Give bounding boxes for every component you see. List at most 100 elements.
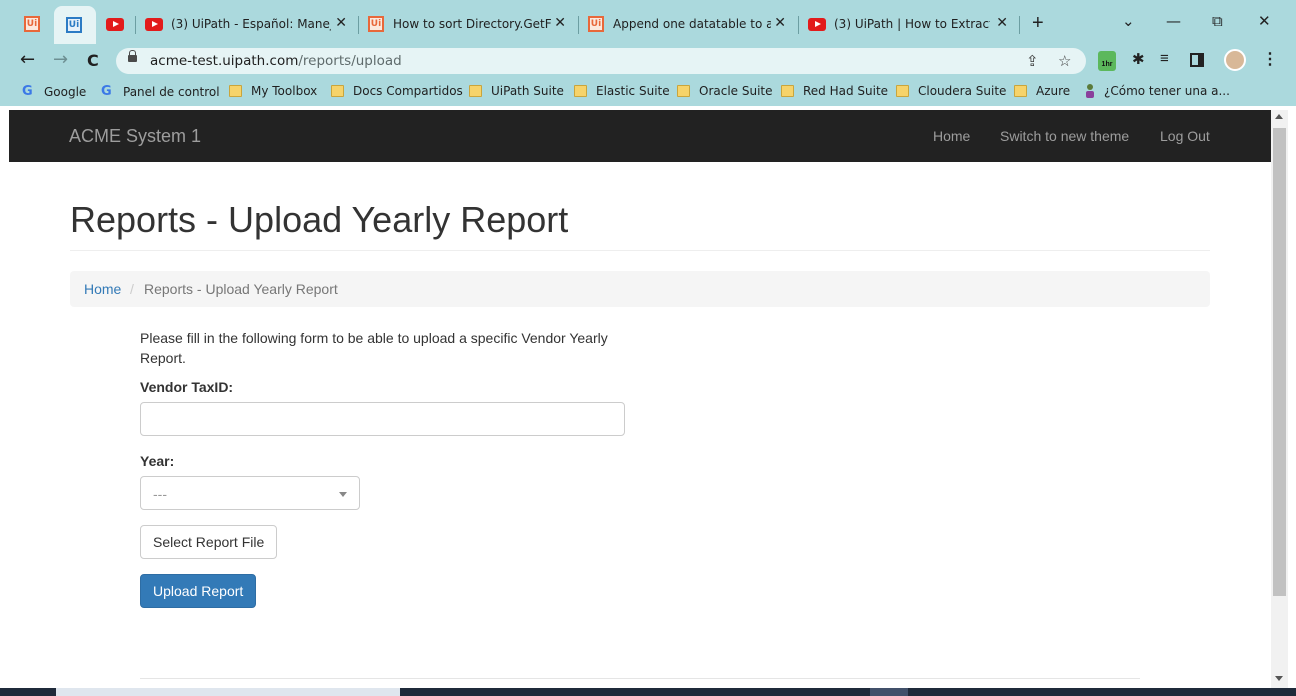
bookmark-label: Red Had Suite [803,84,889,98]
tab-uipath-active[interactable]: Ui [54,6,96,44]
bookmark-red-had-suite[interactable]: Red Had Suite [781,84,888,98]
nav-home-link[interactable]: Home [933,128,970,144]
profile-avatar[interactable] [1224,49,1246,71]
bookmark-oracle-suite[interactable]: Oracle Suite [677,84,773,98]
form-intro-text: Please fill in the following form to be … [140,330,608,366]
bookmark-my-toolbox[interactable]: My Toolbox [229,84,317,98]
timer-extension-icon[interactable]: 1hr [1098,51,1116,71]
tab-title: How to sort Directory.GetFiles [393,17,551,31]
tab-search-icon[interactable]: ⌄ [1122,12,1135,30]
extensions-puzzle-icon[interactable]: ✱ [1132,50,1145,68]
reading-list-icon[interactable]: ≡ [1160,50,1169,67]
bookmark-label: Google [44,84,87,99]
close-window-button[interactable]: ✕ [1258,12,1271,30]
bookmark-label: ¿Cómo tener una a... [1104,84,1230,98]
close-tab-icon[interactable]: ✕ [335,15,347,31]
lock-icon[interactable] [128,50,137,62]
tab-uipath-espanol[interactable]: (3) UiPath - Español: Manejo c ✕ [145,9,353,39]
page-scrollbar[interactable] [1271,110,1288,688]
bookmark-label: UiPath Suite [491,84,564,98]
breadcrumb-home-link[interactable]: Home [84,281,121,297]
page-viewport: ACME System 1 Home Switch to new theme L… [9,110,1271,696]
chevron-down-icon [339,492,347,497]
bookmark-google[interactable]: G Google [22,84,86,99]
share-icon[interactable]: ⇪ [1026,52,1039,70]
app-navbar: ACME System 1 Home Switch to new theme L… [9,110,1271,162]
tab-title: Append one datatable to ano [613,17,771,31]
bookmark-uipath-suite[interactable]: UiPath Suite [469,84,564,98]
uipath-icon: Ui [588,16,604,32]
bookmark-label: Docs Compartidos [353,84,463,98]
breadcrumb-current: Reports - Upload Yearly Report [144,281,338,297]
bookmark-label: Cloudera Suite [918,84,1007,98]
uipath-icon: Ui [66,17,82,33]
google-icon: G [22,84,33,99]
upload-report-button[interactable]: Upload Report [140,574,257,608]
bookmark-docs-compartidos[interactable]: Docs Compartidos [331,84,463,98]
vendor-taxid-label: Vendor TaxID: [140,379,234,395]
browser-tab-strip: Ui Ui (3) UiPath - Español: Manejo c ✕ U… [0,0,1296,44]
scroll-down-arrow-icon[interactable] [1275,676,1283,681]
folder-icon [677,85,690,97]
tab-title: (3) UiPath - Español: Manejo c [171,17,331,31]
bookmark-como-tener[interactable]: ¿Cómo tener una a... [1084,84,1230,98]
taskbar-app-button[interactable] [870,688,908,696]
tab-title: (3) UiPath | How to Extract We [834,17,990,31]
browser-toolbar: ← → C acme-test.uipath.com/reports/uploa… [0,44,1296,78]
vendor-taxid-input[interactable] [140,402,625,436]
forward-button[interactable]: → [53,49,68,70]
nav-switch-theme-link[interactable]: Switch to new theme [1000,128,1129,144]
tab-separator [358,16,359,34]
bookmark-star-icon[interactable]: ☆ [1058,52,1071,70]
folder-icon [781,85,794,97]
tab-separator [798,16,799,34]
url-host: acme-test.uipath.com [150,53,299,69]
year-select[interactable]: --- [140,476,360,510]
close-tab-icon[interactable]: ✕ [996,15,1008,31]
scroll-up-arrow-icon[interactable] [1275,114,1283,119]
taskbar-search-box[interactable] [56,688,400,696]
tab-youtube-pinned[interactable] [106,9,132,39]
person-icon [1084,84,1096,98]
tab-uipath-extract[interactable]: (3) UiPath | How to Extract We ✕ [808,9,1014,39]
bookmark-label: Azure [1036,84,1071,98]
bookmark-panel-de-control[interactable]: G Panel de control [101,84,220,99]
google-icon: G [101,84,112,99]
bookmark-label: Panel de control [123,84,220,99]
year-selected-value: --- [153,486,167,502]
bookmark-label: Oracle Suite [699,84,773,98]
side-panel-icon[interactable] [1190,53,1204,67]
os-taskbar [0,688,1296,696]
tab-separator [135,16,136,34]
reload-button[interactable]: C [87,51,99,70]
address-bar[interactable]: acme-test.uipath.com/reports/upload ⇪ ☆ [116,48,1086,74]
back-button[interactable]: ← [20,49,35,70]
restore-button[interactable]: ⧉ [1212,12,1223,30]
brand-link[interactable]: ACME System 1 [69,126,201,147]
close-tab-icon[interactable]: ✕ [554,15,566,31]
bookmark-label: My Toolbox [251,84,318,98]
bookmark-azure[interactable]: Azure [1014,84,1070,98]
tab-separator [1019,16,1020,34]
tab-separator [578,16,579,34]
uipath-icon: Ui [24,16,40,32]
bookmark-cloudera-suite[interactable]: Cloudera Suite [896,84,1006,98]
tab-uipath-pinned-1[interactable]: Ui [24,9,50,39]
folder-icon [1014,85,1027,97]
minimize-button[interactable]: — [1166,12,1181,30]
footer-divider [140,678,1140,679]
select-report-file-button[interactable]: Select Report File [140,525,278,559]
nav-logout-link[interactable]: Log Out [1160,128,1210,144]
tab-append-datatable[interactable]: Ui Append one datatable to ano ✕ [588,9,792,39]
url-text[interactable]: acme-test.uipath.com/reports/upload [150,53,402,69]
folder-icon [331,85,344,97]
browser-menu-icon[interactable]: ⋮ [1262,49,1278,69]
title-divider [70,250,1210,251]
close-tab-icon[interactable]: ✕ [774,15,786,31]
scrollbar-thumb[interactable] [1273,128,1286,596]
breadcrumb: Home / Reports - Upload Yearly Report [70,271,1210,307]
folder-icon [896,85,909,97]
bookmark-elastic-suite[interactable]: Elastic Suite [574,84,670,98]
new-tab-button[interactable]: + [1032,12,1044,35]
tab-sort-directory[interactable]: Ui How to sort Directory.GetFiles ✕ [368,9,572,39]
